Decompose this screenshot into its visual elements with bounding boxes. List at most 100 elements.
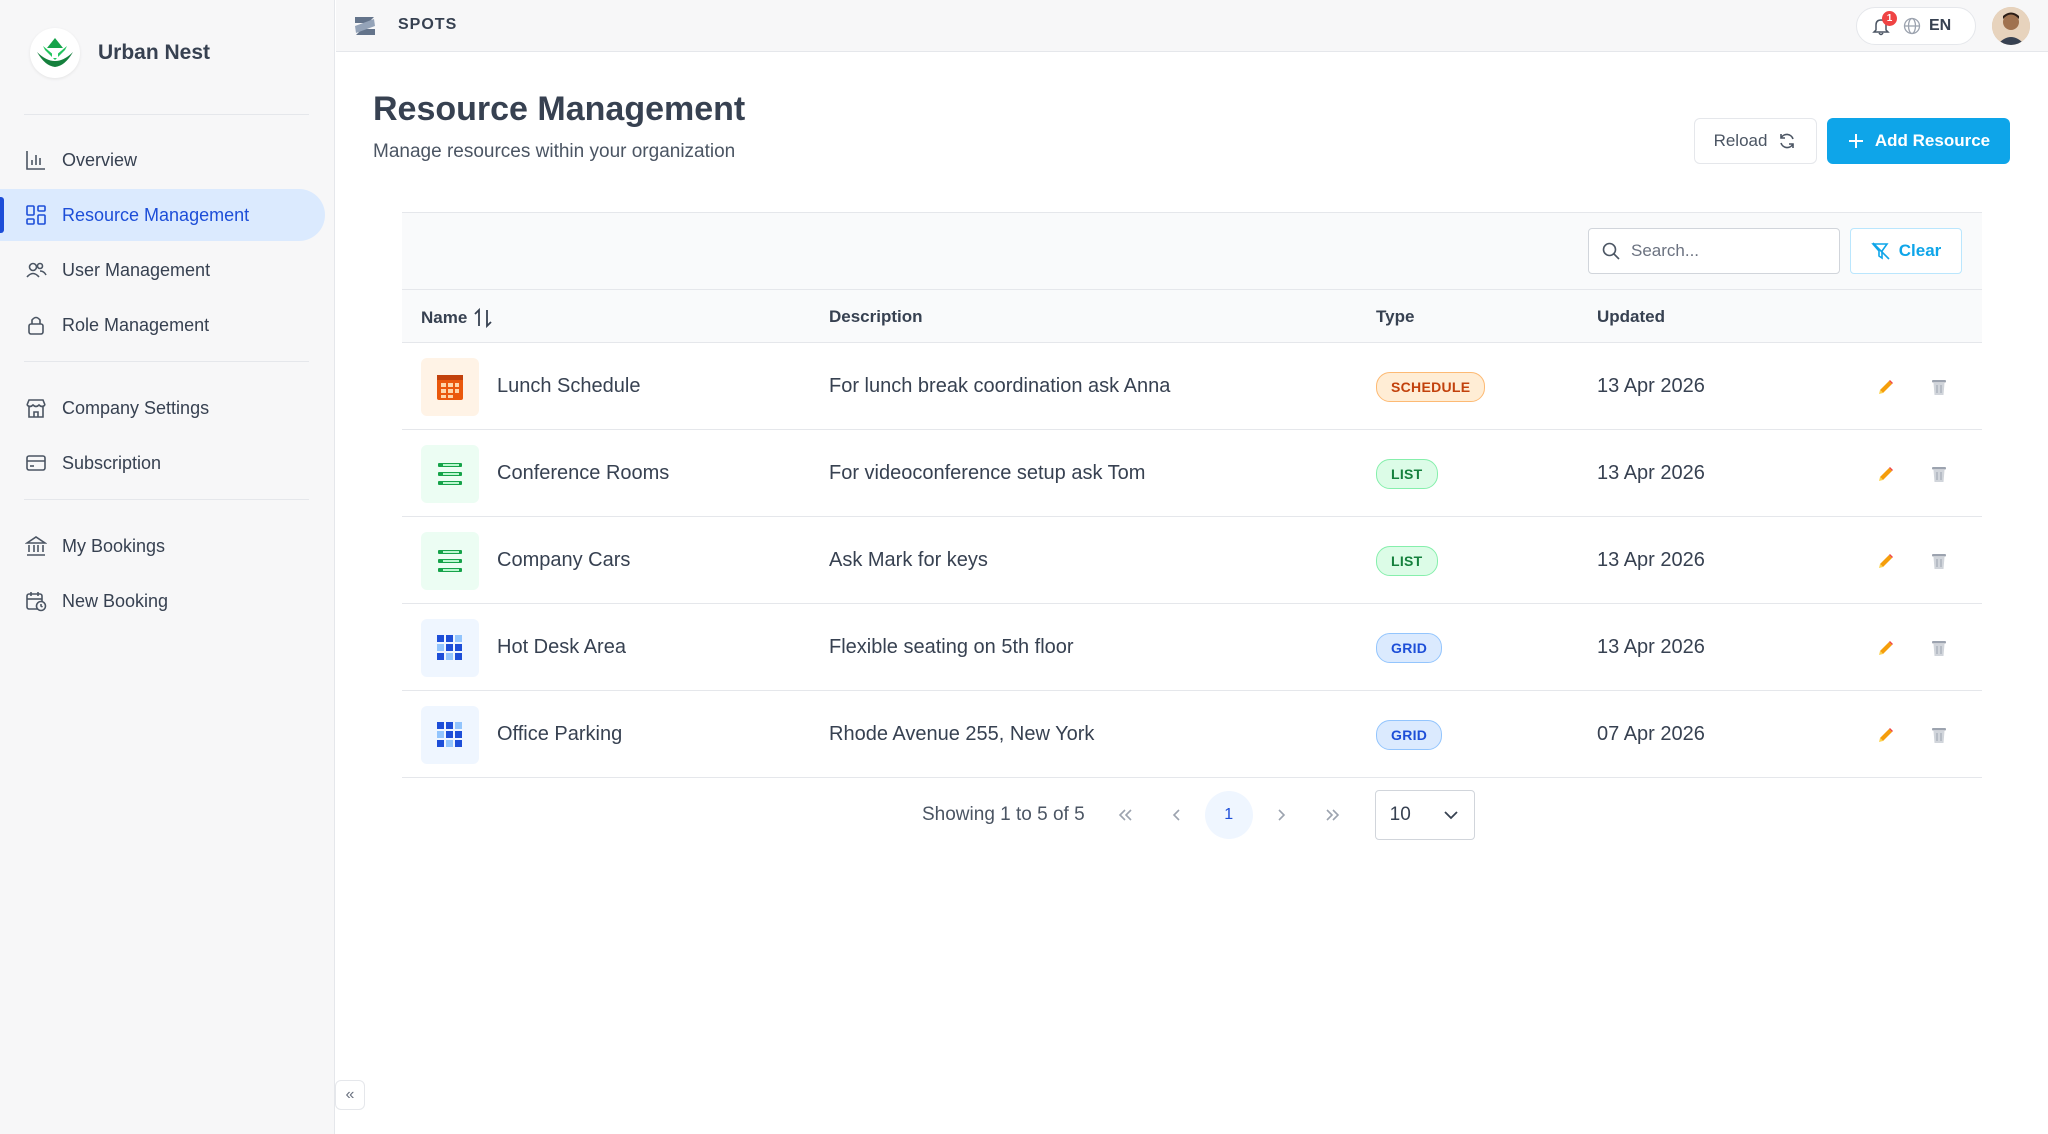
edit-button[interactable] (1877, 517, 1895, 604)
add-resource-label: Add Resource (1874, 131, 1991, 150)
type-badge: LIST (1376, 545, 1438, 576)
notifications-button[interactable]: 1 (1871, 11, 1897, 36)
delete-button[interactable] (1930, 517, 1948, 604)
page-size-value: 10 (1389, 804, 1411, 825)
pencil-icon (1879, 640, 1893, 655)
grid-layout-icon (421, 618, 479, 677)
table-header: Name Description Type Updated (402, 290, 1982, 343)
column-label: Description (829, 307, 923, 326)
spots-logo-icon[interactable] (352, 13, 378, 39)
table-row[interactable]: Lunch Schedule For lunch break coordinat… (402, 343, 1982, 430)
search-box[interactable] (1588, 228, 1840, 274)
clear-filter-button[interactable]: Clear (1850, 228, 1962, 274)
edit-button[interactable] (1877, 430, 1895, 517)
reload-button[interactable]: Reload (1694, 118, 1817, 164)
page-size-select[interactable]: 10 (1374, 790, 1475, 840)
table-row[interactable]: Company Cars Ask Mark for keys LIST 13 A… (402, 517, 1982, 604)
sort-icon (474, 307, 492, 329)
brand[interactable]: Urban Nest (30, 28, 210, 78)
table-row[interactable]: Conference Rooms For videoconference set… (402, 430, 1982, 517)
sidebar-item-label: User Management (62, 259, 211, 280)
sidebar-item-resource-management[interactable]: Resource Management (0, 189, 325, 241)
sidebar-item-label: Company Settings (62, 397, 210, 418)
column-label: Updated (1597, 307, 1665, 326)
bank-icon (24, 534, 48, 558)
delete-button[interactable] (1930, 343, 1948, 430)
avatar[interactable] (1992, 7, 2030, 45)
search-icon (1602, 242, 1620, 260)
column-label: Type (1376, 307, 1415, 326)
trash-icon (1932, 553, 1946, 569)
resource-description: Flexible seating on 5th floor (829, 636, 1074, 658)
previous-page-button[interactable] (1153, 791, 1201, 839)
add-resource-button[interactable]: Add Resource (1827, 118, 2010, 164)
language-selector[interactable]: EN (1929, 17, 1951, 35)
sidebar-item-new-booking[interactable]: New Booking (0, 575, 325, 627)
table-row[interactable]: Hot Desk Area Flexible seating on 5th fl… (402, 604, 1982, 691)
brand-logo-icon (30, 28, 80, 78)
next-page-button[interactable] (1257, 791, 1305, 839)
schedule-icon (421, 357, 479, 416)
resource-description: Rhode Avenue 255, New York (829, 723, 1095, 745)
list-icon (421, 531, 479, 590)
column-header-name[interactable]: Name (421, 307, 493, 329)
sidebar-item-role-management[interactable]: Role Management (0, 299, 325, 351)
column-header-description: Description (829, 307, 923, 327)
delete-button[interactable] (1930, 604, 1948, 691)
chevron-left-icon (1172, 809, 1180, 821)
table-toolbar: Clear (402, 212, 1982, 290)
lock-icon (24, 313, 48, 337)
topbar-controls: 1 EN (1856, 7, 1976, 45)
pagination: Showing 1 to 5 of 5 1 10 (922, 790, 1475, 840)
delete-button[interactable] (1930, 430, 1948, 517)
list-icon (421, 444, 479, 503)
search-input[interactable] (1631, 241, 1821, 261)
filter-clear-icon (1870, 242, 1890, 260)
edit-button[interactable] (1877, 604, 1895, 691)
topbar: SPOTS 1 EN (336, 0, 2048, 52)
sidebar-divider (24, 499, 309, 500)
sidebar-item-overview[interactable]: Overview (0, 134, 325, 186)
column-header-type: Type (1376, 307, 1414, 327)
updated-date: 13 Apr 2026 (1597, 462, 1705, 484)
clear-label: Clear (1898, 241, 1942, 260)
double-chevron-left-icon: « (345, 1086, 355, 1103)
trash-icon (1932, 640, 1946, 656)
column-header-updated: Updated (1597, 307, 1665, 327)
resource-description: For videoconference setup ask Tom (829, 462, 1146, 484)
trash-icon (1932, 466, 1946, 482)
page-button-current[interactable]: 1 (1204, 791, 1253, 839)
edit-button[interactable] (1877, 691, 1895, 778)
sidebar-item-label: Overview (62, 149, 138, 170)
sidebar-item-subscription[interactable]: Subscription (0, 437, 325, 489)
last-page-button[interactable] (1309, 791, 1357, 839)
plus-icon (1848, 134, 1863, 148)
resource-table: Clear Name Description Type Updated Lunc… (402, 212, 1982, 778)
edit-button[interactable] (1877, 343, 1895, 430)
pencil-icon (1879, 466, 1893, 481)
credit-card-icon (24, 451, 48, 475)
grid-icon (24, 203, 48, 227)
sidebar-divider (24, 361, 309, 362)
pencil-icon (1879, 553, 1893, 568)
resource-description: For lunch break coordination ask Anna (829, 375, 1171, 397)
store-icon (24, 396, 48, 420)
sidebar-item-my-bookings[interactable]: My Bookings (0, 520, 325, 572)
column-label: Name (421, 308, 468, 327)
pagination-summary: Showing 1 to 5 of 5 (922, 804, 1085, 825)
collapse-sidebar-button[interactable]: « (335, 1080, 365, 1110)
resource-name: Lunch Schedule (497, 375, 641, 397)
sidebar-item-label: Role Management (62, 314, 210, 335)
first-page-button[interactable] (1101, 791, 1149, 839)
sidebar-item-company-settings[interactable]: Company Settings (0, 382, 325, 434)
page-subtitle: Manage resources within your organizatio… (373, 141, 736, 162)
updated-date: 13 Apr 2026 (1597, 636, 1705, 658)
delete-button[interactable] (1930, 691, 1948, 778)
globe-icon[interactable] (1903, 17, 1921, 35)
sidebar-item-user-management[interactable]: User Management (0, 244, 325, 296)
table-row[interactable]: Office Parking Rhode Avenue 255, New Yor… (402, 691, 1982, 778)
updated-date: 13 Apr 2026 (1597, 375, 1705, 397)
resource-name: Office Parking (497, 723, 623, 745)
sidebar-item-label: Subscription (62, 452, 162, 473)
bar-chart-icon (24, 148, 48, 172)
